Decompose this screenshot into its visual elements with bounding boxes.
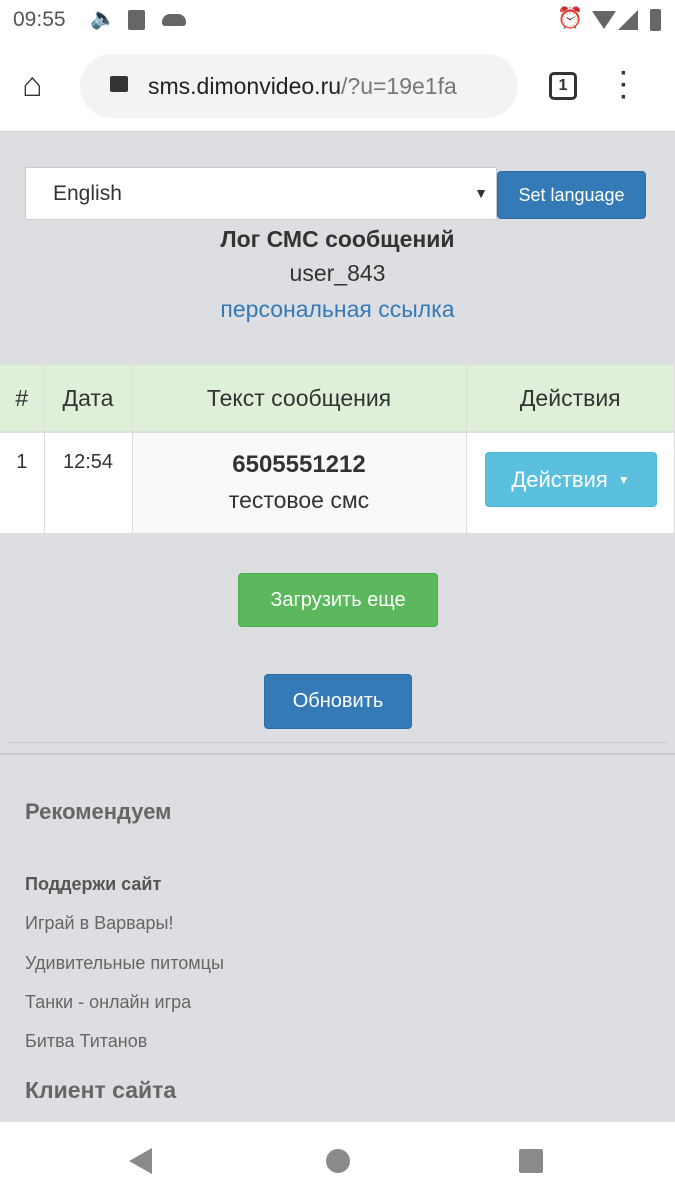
cloud-icon [162, 14, 186, 26]
footer-link[interactable]: Играй в Варвары! [25, 913, 174, 934]
page-title: Лог СМС сообщений [220, 226, 455, 252]
footer-link[interactable]: Битва Титанов [25, 1031, 147, 1052]
back-icon[interactable] [129, 1148, 152, 1174]
personal-link[interactable]: персональная ссылка [0, 296, 675, 323]
footer-link[interactable]: Удивительные питомцы [25, 953, 224, 974]
browser-toolbar: ⌂ sms.dimonvideo.ru/?u=19e1fa 1 · · · [0, 40, 675, 132]
row-actions: Действия ▼ [466, 432, 675, 533]
row-num: 1 [0, 432, 45, 533]
signal-icon [618, 10, 638, 30]
set-language-button[interactable]: Set language [497, 171, 646, 219]
row-text: тестовое смс [228, 487, 370, 513]
col-text: Текст сообщения [132, 365, 467, 433]
col-num: # [0, 365, 45, 433]
alarm-icon: ⏰ [557, 7, 584, 30]
dropdown-arrow-icon: ▼ [474, 185, 488, 201]
language-selected: English [53, 182, 122, 205]
status-bar: 09:55 🔈 ⏰ [0, 0, 675, 40]
address-bar[interactable]: sms.dimonvideo.ru/?u=19e1fa [80, 54, 518, 118]
col-date: Дата [44, 365, 133, 433]
footer-link[interactable]: Танки - онлайн игра [25, 992, 191, 1013]
home-icon[interactable]: ⌂ [22, 66, 43, 105]
client-heading: Клиент сайта [25, 1077, 177, 1103]
lock-icon [110, 76, 128, 92]
divider [8, 742, 667, 743]
table-row: 1 12:54 6505551212 тестовое смс Действия… [0, 432, 675, 533]
menu-icon[interactable]: · · · [620, 62, 628, 110]
username: user_843 [289, 260, 386, 286]
caret-down-icon: ▼ [617, 472, 630, 487]
divider [0, 753, 675, 755]
col-actions: Действия [466, 365, 675, 433]
url-path: /?u=19e1fa [341, 73, 457, 99]
url-host: sms.dimonvideo.ru [148, 73, 342, 99]
table-header-row: # Дата Текст сообщения Действия [0, 365, 675, 433]
actions-label: Действия [511, 466, 608, 492]
row-message: 6505551212 тестовое смс [132, 432, 467, 533]
footer-heading: Рекомендуем [25, 799, 172, 824]
sms-table: # Дата Текст сообщения Действия 1 12:54 … [0, 365, 675, 533]
row-date: 12:54 [44, 432, 133, 533]
battery-icon [650, 9, 661, 31]
language-select[interactable]: English ▼ [25, 167, 497, 220]
android-nav-bar [0, 1122, 675, 1200]
recents-icon[interactable] [519, 1149, 543, 1173]
row-phone: 6505551212 [232, 451, 366, 478]
home-nav-icon[interactable] [326, 1149, 350, 1173]
support-heading: Поддержи сайт [25, 874, 162, 894]
load-more-button[interactable]: Загрузить еще [238, 573, 438, 627]
volume-icon: 🔈 [90, 7, 117, 30]
status-time: 09:55 [13, 8, 66, 31]
wifi-icon [592, 11, 616, 29]
refresh-button[interactable]: Обновить [264, 674, 412, 729]
actions-dropdown-button[interactable]: Действия ▼ [484, 452, 657, 507]
sd-card-icon [128, 10, 145, 30]
tab-count-button[interactable]: 1 [549, 72, 577, 100]
